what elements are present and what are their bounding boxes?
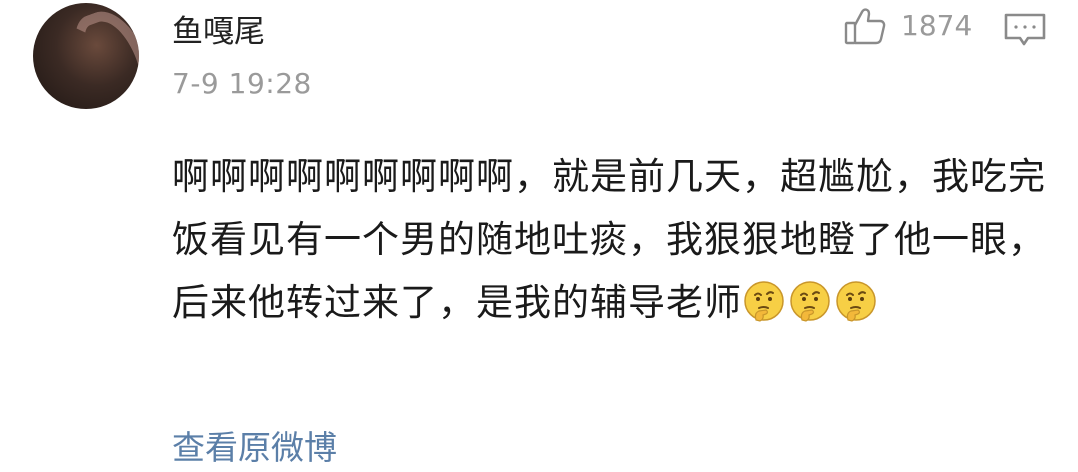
like-button[interactable]: 1874 <box>843 4 972 48</box>
thinking-emoji <box>790 281 830 322</box>
comment-card: 鱼嘎尾 7-9 19:28 1874 啊啊啊啊啊啊啊啊啊，就是前几天，超尴尬，我… <box>0 0 1078 472</box>
avatar-image-detail <box>65 3 139 109</box>
avatar[interactable] <box>33 3 139 109</box>
comment-body: 啊啊啊啊啊啊啊啊啊，就是前几天，超尴尬，我吃完饭看见有一个男的随地吐痰，我狠狠地… <box>172 145 1052 334</box>
emoji-row <box>742 281 880 324</box>
thinking-emoji <box>744 281 784 322</box>
thinking-emoji <box>836 281 876 322</box>
view-original-weibo-link[interactable]: 查看原微博 <box>172 425 337 471</box>
like-count: 1874 <box>901 9 973 42</box>
thumbs-up-icon <box>843 4 887 48</box>
username[interactable]: 鱼嘎尾 <box>172 10 265 54</box>
reply-button[interactable] <box>1003 12 1047 48</box>
comment-timestamp: 7-9 19:28 <box>172 67 312 100</box>
comment-text: 啊啊啊啊啊啊啊啊啊，就是前几天，超尴尬，我吃完饭看见有一个男的随地吐痰，我狠狠地… <box>172 155 1046 324</box>
comment-bubble-icon <box>1003 12 1047 48</box>
